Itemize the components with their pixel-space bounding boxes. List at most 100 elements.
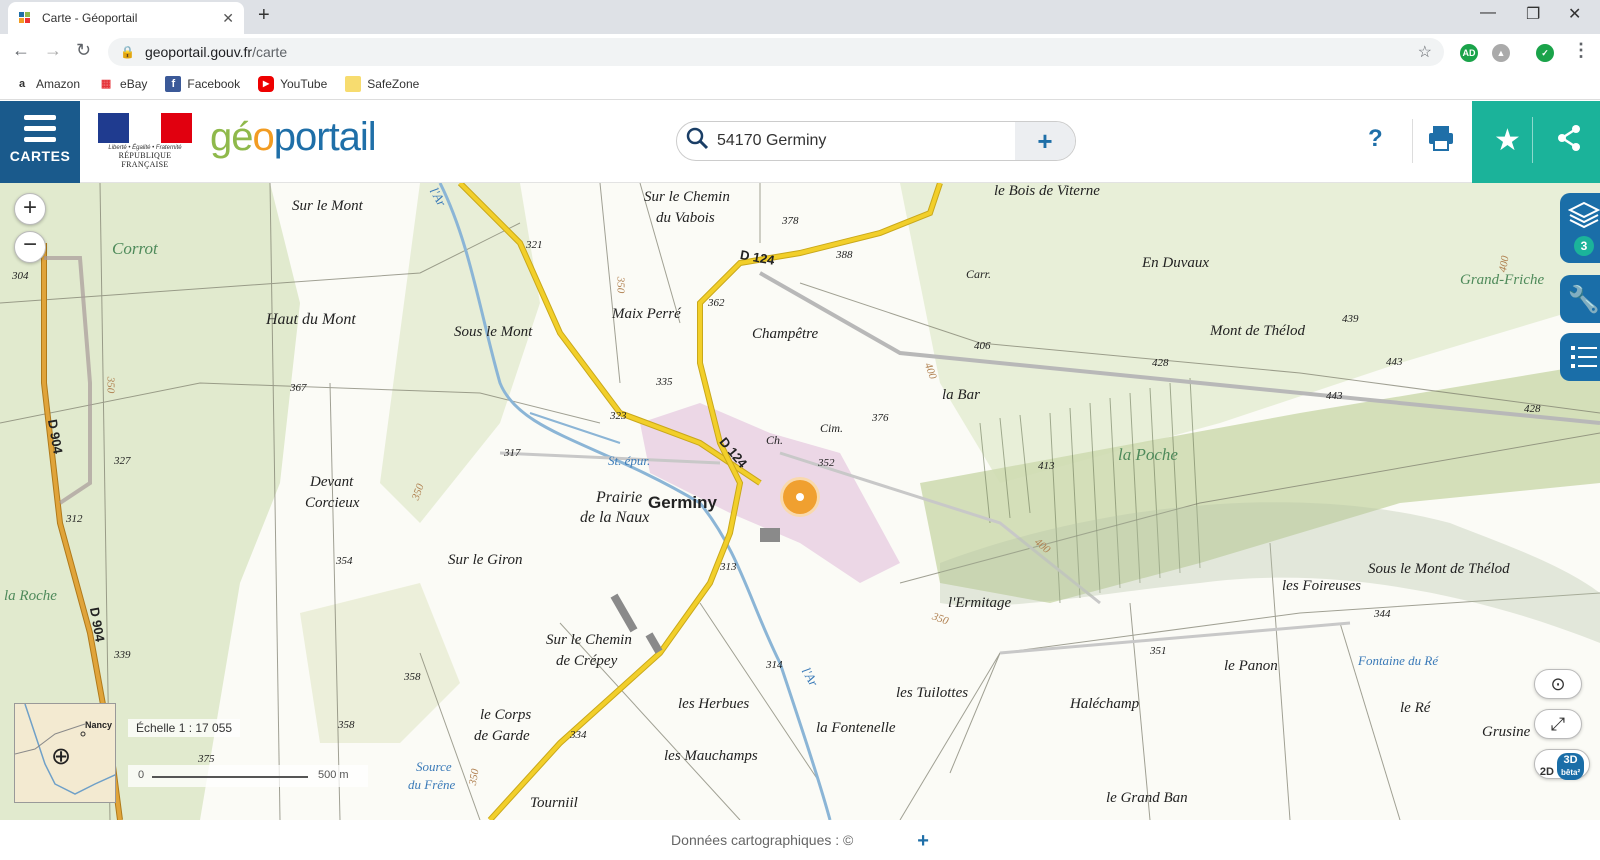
- map-label: Haléchamp: [1070, 696, 1140, 712]
- header-action-group: ★: [1472, 101, 1600, 183]
- elevation-label: 352: [818, 457, 835, 469]
- elevation-label: 327: [114, 455, 131, 467]
- search-result-marker[interactable]: [780, 477, 820, 517]
- folder-icon: [345, 75, 362, 92]
- extension-adblock-icon[interactable]: AD: [1460, 44, 1478, 62]
- elevation-label: 351: [1150, 645, 1167, 657]
- favorites-star-icon[interactable]: ★: [1494, 123, 1521, 158]
- map-view[interactable]: Sur le Chemin du Vabois le Bois de Viter…: [0, 183, 1600, 820]
- elevation-label: 312: [66, 513, 83, 525]
- search-input[interactable]: [717, 132, 1015, 150]
- layers-count-badge: 3: [1574, 236, 1594, 256]
- map-label: Grand-Friche: [1460, 272, 1545, 288]
- map-label: Ch.: [766, 433, 784, 447]
- list-icon: [1571, 346, 1597, 368]
- map-label-germiny: Germiny: [648, 493, 717, 512]
- bookmark-amazon[interactable]: a Amazon: [14, 76, 80, 92]
- close-window-icon[interactable]: ✕: [1568, 4, 1581, 24]
- view-2d-3d-toggle[interactable]: 2D 3D bêta²: [1534, 749, 1590, 780]
- elevation-label: 428: [1524, 403, 1541, 415]
- help-button[interactable]: ?: [1368, 125, 1383, 153]
- elevation-label: 321: [526, 239, 543, 251]
- legend-tab[interactable]: [1560, 333, 1600, 381]
- share-icon[interactable]: [1554, 123, 1584, 153]
- elevation-label: 367: [290, 382, 307, 394]
- url-path: /carte: [252, 44, 288, 60]
- elevation-label: 362: [708, 297, 725, 309]
- tab-title: Carte - Géoportail: [42, 11, 138, 25]
- elevation-label: 335: [656, 376, 673, 388]
- map-label: les Tuilottes: [896, 685, 969, 701]
- search-icon[interactable]: [677, 126, 717, 156]
- browser-tab[interactable]: Carte - Géoportail ✕: [8, 2, 244, 34]
- address-bar-row: ← → ↻ 🔒 geoportail.gouv.fr/carte ☆ AD ▲ …: [0, 34, 1600, 68]
- map-label: Prairie: [596, 489, 643, 506]
- bookmark-ebay[interactable]: ▦ eBay: [98, 76, 148, 92]
- geoportail-logo[interactable]: géoportail: [210, 115, 377, 160]
- map-label: Cim.: [820, 421, 844, 435]
- minimize-icon[interactable]: —: [1480, 4, 1496, 22]
- new-tab-icon[interactable]: +: [258, 4, 270, 27]
- back-icon[interactable]: ←: [12, 40, 30, 61]
- cartes-menu-button[interactable]: CARTES: [0, 101, 80, 183]
- elevation-label: 443: [1386, 356, 1403, 368]
- elevation-label: 344: [1374, 608, 1391, 620]
- map-scale: Échelle 1 : 17 055 0 500 m: [128, 719, 378, 799]
- print-icon[interactable]: [1426, 123, 1456, 153]
- map-label: de Crépey: [556, 653, 618, 669]
- bookmark-facebook[interactable]: f Facebook: [165, 75, 240, 92]
- map-label: du Vabois: [656, 210, 715, 226]
- bookmarks-bar: a Amazon ▦ eBay f Facebook ▶ YouTube SafeZon…: [0, 68, 1600, 100]
- extension-drive-icon[interactable]: ▲: [1492, 44, 1510, 62]
- zoom-out-button[interactable]: −: [14, 231, 46, 263]
- elevation-label: 428: [1152, 357, 1169, 369]
- bookmark-youtube[interactable]: ▶ YouTube: [258, 75, 327, 92]
- map-label: Maix Perré: [612, 306, 681, 322]
- geoportail-favicon-icon: [19, 12, 30, 23]
- map-label: Sur le Mont: [292, 198, 363, 214]
- search-advanced-plus-button[interactable]: +: [1015, 122, 1075, 160]
- fullscreen-button[interactable]: ⤢: [1534, 709, 1582, 739]
- tab-close-icon[interactable]: ✕: [222, 10, 234, 27]
- map-label: Sur le Chemin: [546, 632, 632, 648]
- map-label: les Mauchamps: [664, 748, 758, 764]
- zoom-in-button[interactable]: +: [14, 193, 46, 225]
- elevation-label: 358: [404, 671, 421, 683]
- lock-icon: 🔒: [120, 45, 135, 59]
- header-separator: [1412, 119, 1413, 163]
- map-label: la Roche: [4, 588, 57, 604]
- attribution-expand-button[interactable]: +: [917, 830, 929, 852]
- ebay-icon: ▦: [100, 77, 112, 90]
- republique-francaise-logo: Liberté • Égalité • Fraternité RÉPUBLIQU…: [98, 113, 192, 173]
- amazon-icon: a: [18, 77, 26, 90]
- map-label: le Corps: [480, 707, 532, 723]
- map-label: Sur le Chemin: [644, 189, 730, 205]
- maximize-icon[interactable]: ❐: [1526, 4, 1540, 24]
- map-label: la Poche: [1118, 445, 1178, 464]
- bookmark-star-icon[interactable]: ☆: [1418, 42, 1432, 62]
- elevation-label: 376: [872, 412, 889, 424]
- view-2d-label: 2D: [1539, 766, 1554, 778]
- map-label: Sous le Mont: [454, 324, 533, 340]
- bookmark-safezone[interactable]: SafeZone: [345, 75, 419, 92]
- facebook-icon: f: [165, 75, 182, 92]
- youtube-icon: ▶: [258, 75, 275, 92]
- geolocate-button[interactable]: ⊙: [1534, 669, 1582, 699]
- elevation-label: 323: [610, 410, 627, 422]
- forward-icon[interactable]: →: [44, 40, 62, 61]
- url-field[interactable]: 🔒 geoportail.gouv.fr/carte ☆: [108, 38, 1444, 66]
- tools-tab[interactable]: 🔧: [1560, 275, 1600, 323]
- elevation-label: 406: [974, 340, 991, 352]
- layers-icon: [1567, 201, 1600, 229]
- extension-shield-icon[interactable]: ✓: [1536, 44, 1554, 62]
- scale-text: Échelle 1 : 17 055: [128, 719, 241, 737]
- map-label: l'Ermitage: [948, 595, 1012, 611]
- map-label: le Ré: [1400, 700, 1431, 716]
- reload-icon[interactable]: ↻: [76, 40, 91, 61]
- map-label: Sur le Giron: [448, 552, 523, 568]
- elevation-label: 314: [766, 659, 783, 671]
- overview-minimap[interactable]: Nancy ⊕: [14, 703, 116, 803]
- browser-menu-icon[interactable]: ⋮: [1572, 40, 1590, 61]
- map-label: Champêtre: [752, 326, 819, 342]
- layers-tab[interactable]: 3: [1560, 193, 1600, 263]
